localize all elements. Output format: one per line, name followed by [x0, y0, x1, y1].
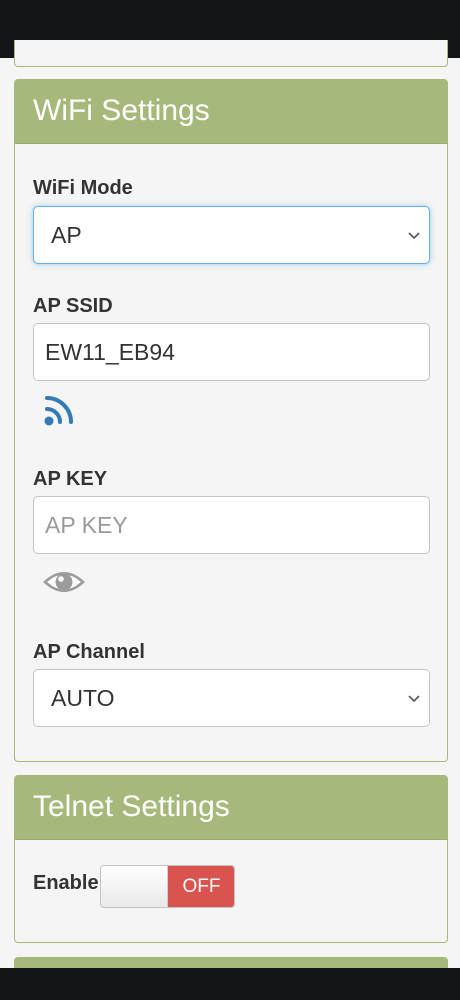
previous-panel-edge [14, 40, 448, 67]
ap-channel-label: AP Channel [33, 641, 145, 663]
ap-channel-select[interactable]: AUTO [33, 669, 430, 727]
ap-key-input[interactable] [33, 496, 430, 554]
ap-ssid-label: AP SSID [33, 295, 113, 317]
wifi-settings-panel: WiFi Settings WiFi Mode AP AP SSID AP KE… [14, 79, 448, 762]
wifi-scan-icon[interactable] [43, 391, 79, 427]
ap-key-label: AP KEY [33, 468, 108, 490]
wifi-mode-label: WiFi Mode [33, 177, 133, 199]
telnet-enable-toggle[interactable]: OFF [100, 865, 235, 908]
telnet-enable-label: Enable [33, 872, 99, 894]
wifi-mode-value: AP [51, 222, 82, 248]
toggle-off-state[interactable]: OFF [168, 866, 234, 907]
ap-channel-value: AUTO [51, 685, 115, 711]
telnet-settings-panel: Telnet Settings Enable OFF [14, 775, 448, 943]
navigation-bar [0, 968, 460, 1000]
chevron-down-icon [408, 232, 420, 240]
eye-icon[interactable] [41, 568, 87, 596]
chevron-down-icon [408, 695, 420, 703]
toggle-knob[interactable] [101, 866, 168, 907]
wifi-settings-heading: WiFi Settings [15, 80, 447, 144]
wifi-mode-select[interactable]: AP [33, 206, 430, 264]
ap-ssid-input[interactable] [33, 323, 430, 381]
telnet-settings-heading: Telnet Settings [15, 776, 447, 840]
